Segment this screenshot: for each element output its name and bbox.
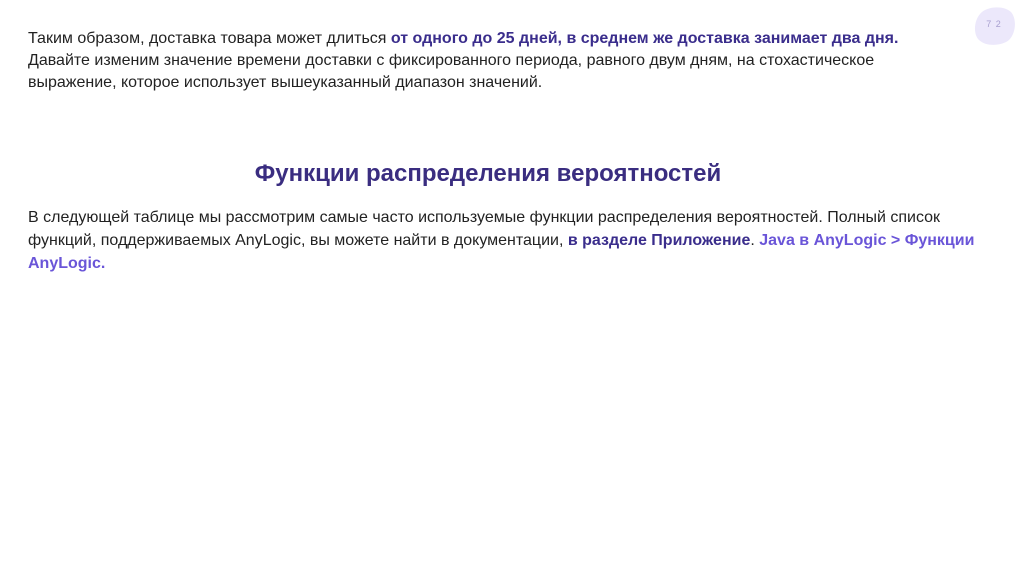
- page-number-badge: 7 2: [972, 6, 1016, 46]
- body-paragraph: В следующей таблице мы рассмотрим самые …: [28, 206, 988, 275]
- slide: 7 2 Таким образом, доставка товара может…: [0, 0, 1024, 574]
- intro-paragraphs: Таким образом, доставка товара может дли…: [28, 28, 948, 94]
- intro-paragraph-2: Давайте изменим значение времени доставк…: [28, 52, 875, 91]
- section-title: Функции распределения вероятностей: [254, 160, 722, 187]
- intro-text: Таким образом, доставка товара может дли…: [28, 30, 391, 47]
- intro-paragraph-1: Таким образом, доставка товара может дли…: [28, 28, 948, 50]
- appendix-link[interactable]: в разделе Приложение: [568, 232, 751, 249]
- link-separator: .: [750, 232, 760, 249]
- intro-highlight: от одного до 25 дней, в среднем же доста…: [390, 30, 899, 47]
- page-number: 7 2: [986, 19, 1002, 29]
